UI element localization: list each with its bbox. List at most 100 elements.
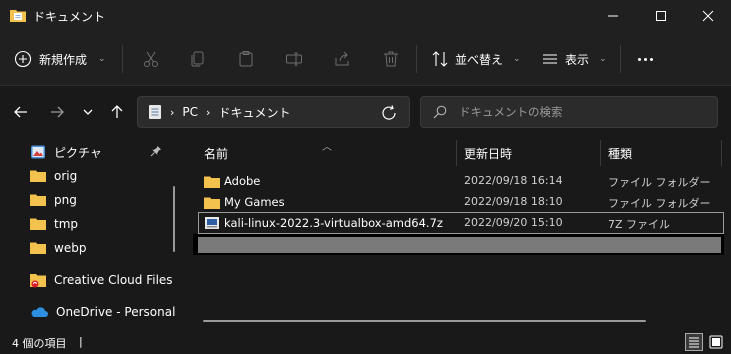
tiles-view-icon: [709, 335, 723, 349]
sidebar-item-tmp[interactable]: tmp: [30, 213, 78, 235]
chevron-down-icon: ⌄: [513, 54, 521, 64]
folder-icon: [30, 242, 46, 254]
column-divider[interactable]: [456, 140, 457, 166]
share-button[interactable]: [330, 47, 354, 71]
window-title: ドキュメント: [33, 10, 106, 24]
more-options-button[interactable]: [630, 47, 660, 71]
sidebar-item-label: png: [54, 193, 77, 207]
sidebar-item-creative-cloud[interactable]: Creative Cloud Files: [30, 269, 173, 291]
maximize-icon: [656, 11, 666, 21]
search-placeholder: ドキュメントの検索: [459, 105, 563, 119]
creative-cloud-icon: [30, 274, 46, 288]
rename-icon: [286, 52, 302, 66]
details-view-button[interactable]: [685, 333, 703, 351]
delete-button[interactable]: [379, 47, 403, 71]
arrow-right-icon: [51, 106, 64, 118]
rename-button[interactable]: [282, 47, 306, 71]
file-type: ファイル フォルダー: [608, 197, 711, 210]
share-icon: [335, 51, 349, 66]
status-divider: |: [79, 335, 83, 348]
more-icon-dot: [643, 57, 647, 61]
arrow-up-icon: [111, 105, 123, 118]
more-icon: [637, 57, 641, 61]
sidebar-item-pictures[interactable]: ピクチャ: [30, 141, 102, 163]
table-row[interactable]: kali-linux-2022.3-virtualbox-amd64.7z 20…: [198, 212, 724, 234]
column-divider[interactable]: [721, 140, 722, 166]
cut-button[interactable]: [139, 47, 163, 71]
chevron-down-icon: ⌄: [599, 54, 607, 64]
minimize-icon: [608, 15, 618, 17]
search-box[interactable]: ドキュメントの検索: [420, 96, 718, 128]
sidebar-item-label: orig: [54, 169, 78, 183]
more-icon-dot: [649, 57, 653, 61]
toolbar-divider: [620, 45, 621, 73]
new-button[interactable]: 新規作成 ⌄: [14, 46, 106, 72]
forward-button[interactable]: [46, 101, 68, 123]
breadcrumb-pc[interactable]: PC: [182, 105, 198, 119]
arrow-left-icon: [14, 106, 27, 118]
column-divider[interactable]: [600, 140, 601, 166]
sidebar-item-label: tmp: [54, 217, 79, 231]
sort-button-label: 並べ替え: [455, 52, 504, 67]
archive-icon: [205, 217, 219, 229]
new-button-label: 新規作成: [39, 52, 88, 67]
maximize-button[interactable]: [638, 0, 684, 32]
plus-circle-icon: [14, 50, 32, 68]
column-header-name[interactable]: 名前: [204, 145, 228, 163]
sidebar-scrollbar[interactable]: [173, 186, 175, 252]
folder-icon: [204, 176, 220, 188]
sidebar-item-orig[interactable]: orig: [30, 165, 77, 187]
breadcrumb-documents[interactable]: ドキュメント: [218, 104, 290, 121]
file-name: My Games: [224, 195, 285, 209]
tiles-view-button[interactable]: [707, 333, 725, 351]
column-header-type[interactable]: 種類: [608, 145, 632, 163]
file-name: kali-linux-2022.3-virtualbox-amd64.7z: [224, 216, 443, 230]
refresh-icon: [382, 105, 396, 120]
pictures-icon: [31, 145, 45, 159]
chevron-down-icon: [83, 109, 93, 115]
item-count: 4 個の項目: [12, 337, 67, 350]
file-modified: 2022/09/18 18:10: [464, 195, 563, 208]
folder-icon: [30, 218, 46, 230]
sidebar-item-webp[interactable]: webp: [30, 237, 86, 259]
search-icon: [433, 105, 447, 119]
sidebar-item-onedrive[interactable]: OneDrive - Personal: [30, 301, 175, 323]
table-row[interactable]: Adobe 2022/09/18 16:14 ファイル フォルダー: [198, 171, 724, 193]
horizontal-scrollbar[interactable]: [203, 320, 646, 322]
sort-icon: [432, 51, 448, 67]
clipboard-icon: [239, 51, 253, 67]
command-bar: 新規作成 ⌄ 並べ替え ⌄ 表示 ⌄: [0, 32, 731, 86]
up-button[interactable]: [106, 101, 128, 123]
close-button[interactable]: [685, 0, 731, 32]
toolbar-divider: [416, 45, 417, 73]
view-button[interactable]: 表示 ⌄: [541, 46, 607, 72]
refresh-button[interactable]: [380, 104, 398, 122]
copy-button[interactable]: [186, 47, 210, 71]
trash-icon: [384, 51, 398, 67]
back-button[interactable]: [10, 101, 32, 123]
sidebar-item-label: OneDrive - Personal: [56, 305, 176, 319]
table-row[interactable]: My Games 2022/09/18 18:10 ファイル フォルダー: [198, 192, 724, 214]
breadcrumb-chevron-icon: ›: [170, 105, 175, 119]
sidebar-item-png[interactable]: png: [30, 189, 77, 211]
chevron-down-icon: ⌄: [98, 54, 106, 64]
pin-icon[interactable]: [150, 145, 162, 157]
onedrive-icon: [31, 307, 48, 317]
status-bar: 4 個の項目 |: [0, 330, 731, 354]
copy-icon: [191, 51, 204, 67]
documents-folder-icon: [10, 10, 26, 22]
close-icon: [702, 10, 714, 22]
paste-button[interactable]: [234, 47, 258, 71]
recent-locations-button[interactable]: [77, 101, 99, 123]
sort-button[interactable]: 並べ替え ⌄: [431, 46, 521, 72]
file-name: Adobe: [224, 174, 261, 188]
folder-icon: [204, 197, 220, 209]
minimize-button[interactable]: [590, 0, 636, 32]
address-bar[interactable]: › PC › ドキュメント: [137, 96, 410, 128]
folder-icon: [30, 170, 46, 182]
details-view-icon: [689, 337, 699, 348]
view-button-label: 表示: [565, 52, 590, 67]
title-bar: ドキュメント: [0, 0, 731, 32]
column-header-modified[interactable]: 更新日時: [464, 145, 512, 163]
file-type: 7Z ファイル: [608, 218, 671, 231]
